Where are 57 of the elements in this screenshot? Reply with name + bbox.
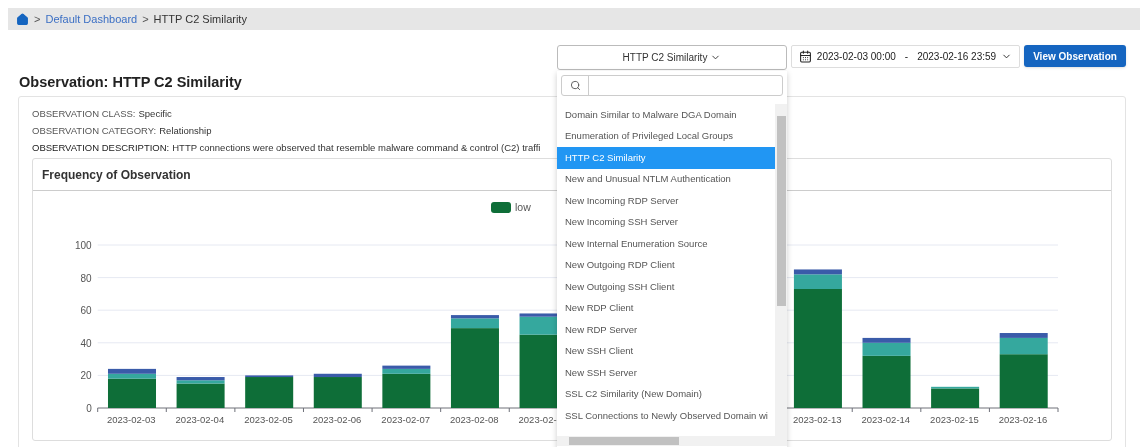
dropdown-item[interactable]: New Incoming RDP Server [557,190,775,212]
breadcrumb-separator: > [34,11,41,27]
dropdown-item[interactable]: SSL Connections to Newly Observed Domain wi [557,405,775,427]
vertical-scrollbar[interactable] [775,104,787,436]
breadcrumb-separator: > [142,11,149,27]
observation-dropdown[interactable]: HTTP C2 Similarity [557,45,787,70]
axis-label: 20 [80,370,92,382]
axis-label: 40 [80,337,92,349]
dropdown-item[interactable]: New RDP Client [557,297,775,319]
calendar-icon [798,50,812,63]
search-field[interactable] [561,75,783,96]
panel-title: Frequency of Observation [42,166,191,184]
dropdown-item[interactable]: New Outgoing SSH Client [557,276,775,298]
dropdown-item[interactable]: New Incoming SSH Server [557,211,775,233]
dropdown-item[interactable]: New Outgoing RDP Client [557,254,775,276]
detail-value: Relationship [159,124,212,139]
axis-label: 80 [80,272,92,284]
breadcrumb-link[interactable]: Default Dashboard [45,10,138,28]
legend-label: low [515,201,531,213]
axis-label: 2023-02-07 [381,414,430,425]
dropdown-item[interactable]: New SSH Client [557,340,775,362]
date-start: 2023-02-03 00:00 [816,50,896,64]
axis-label: 2023-02-05 [244,414,293,425]
axis-label: 2023-02-08 [449,414,499,425]
horizontal-scrollbar[interactable] [557,436,787,446]
dropdown-item[interactable]: New Internal Enumeration Source [557,233,775,255]
axis-label: 2023-02-15 [930,414,979,425]
axis-label: 2023-02-04 [175,414,225,425]
axis-label: 60 [80,305,92,317]
axis-label: 2023-02-03 [107,414,156,425]
date-end: 2023-02-16 23:59 [917,50,997,64]
dropdown-item[interactable]: New and Unusual NTLM Authentication [557,168,775,190]
dropdown-item[interactable]: New SSH Server [557,362,775,384]
axis-label: 2023-02-14 [861,414,911,425]
axis-label: 2023-02-06 [312,414,362,425]
axis-label: 100 [75,240,92,251]
axis-label: 2023-02- [518,414,557,425]
breadcrumb-current: HTTP C2 Similarity [153,11,247,27]
detail-label: OBSERVATION DESCRIPTION: [32,141,170,156]
page-title: Observation: HTTP C2 Similarity [19,72,242,92]
axis-label: 0 [86,403,92,414]
dropdown-item[interactable]: Domain Similar to Malware DGA Domain [557,104,775,126]
date-separator: - [904,50,909,64]
detail-value: Specific [138,107,172,122]
dropdown-item[interactable]: SSL C2 Similarity (New Domain) [557,383,775,405]
axis-label: 2023-02-13 [792,414,842,425]
detail-label: OBSERVATION CATEGORY: [32,124,157,139]
view-observation-button[interactable]: View Observation [1024,45,1126,67]
detail-value: HTTP connections were observed that resemble malware command & control (C2) traffi [172,141,541,156]
date-range-picker[interactable]: 2023-02-03 00:00 - 2023-02-16 23:59 [791,45,1020,68]
detail-label: OBSERVATION CLASS: [32,107,136,122]
dropdown-item[interactable]: New RDP Server [557,319,775,341]
search-icon [569,80,581,91]
axis-label: 2023-02-16 [998,414,1048,425]
dropdown-item[interactable]: Enumeration of Privileged Local Groups [557,125,775,147]
legend-swatch [491,202,511,213]
home-icon[interactable] [16,12,29,26]
